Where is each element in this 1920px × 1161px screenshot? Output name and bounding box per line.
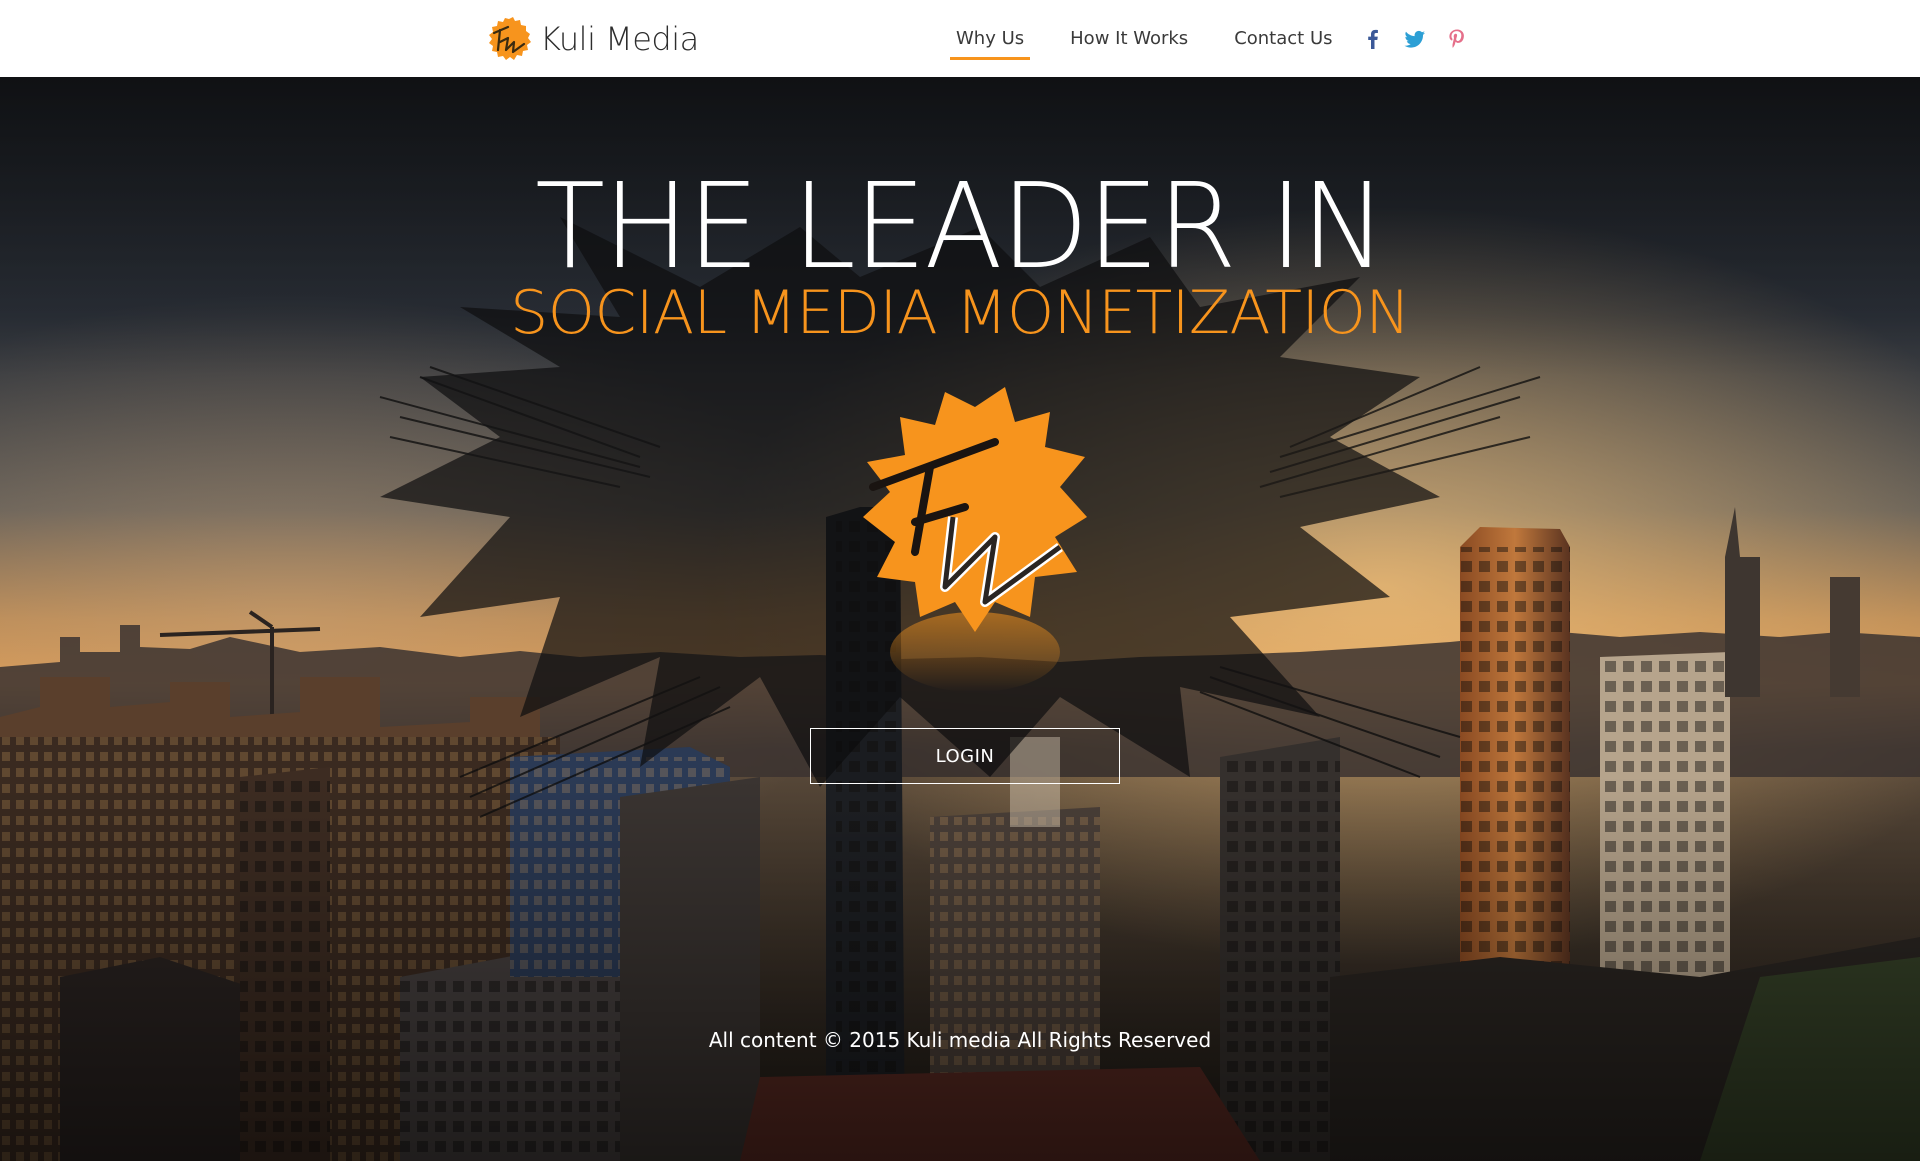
brand-name: Kuli Media [540, 20, 699, 58]
login-button[interactable]: LOGIN [810, 728, 1120, 784]
nav-item-contact-us[interactable]: Contact Us [1228, 20, 1338, 57]
hero-headline: THE LEADER IN [535, 157, 1387, 295]
hero-section: THE LEADER IN SOCIAL MEDIA MONETIZATION … [0, 77, 1920, 1161]
kuli-media-logo-icon [489, 17, 531, 60]
hero-subheadline: SOCIAL MEDIA MONETIZATION [510, 278, 1410, 348]
nav-item-why-us[interactable]: Why Us [950, 20, 1031, 60]
pinterest-icon[interactable] [1445, 27, 1469, 51]
brand-logo-link[interactable]: Kuli Media [486, 14, 699, 64]
site-header: Kuli Media Why Us How It Works Contact U… [0, 0, 1920, 77]
facebook-icon[interactable] [1361, 27, 1385, 51]
km-burst-logo-icon [863, 387, 1087, 692]
copyright-text: All content © 2015 Kuli media All Rights… [708, 1028, 1212, 1052]
twitter-icon[interactable] [1403, 27, 1427, 51]
nav-item-how-it-works[interactable]: How It Works [1064, 20, 1194, 57]
main-nav: Why Us How It Works Contact Us [950, 0, 1469, 77]
social-links [1361, 27, 1469, 51]
